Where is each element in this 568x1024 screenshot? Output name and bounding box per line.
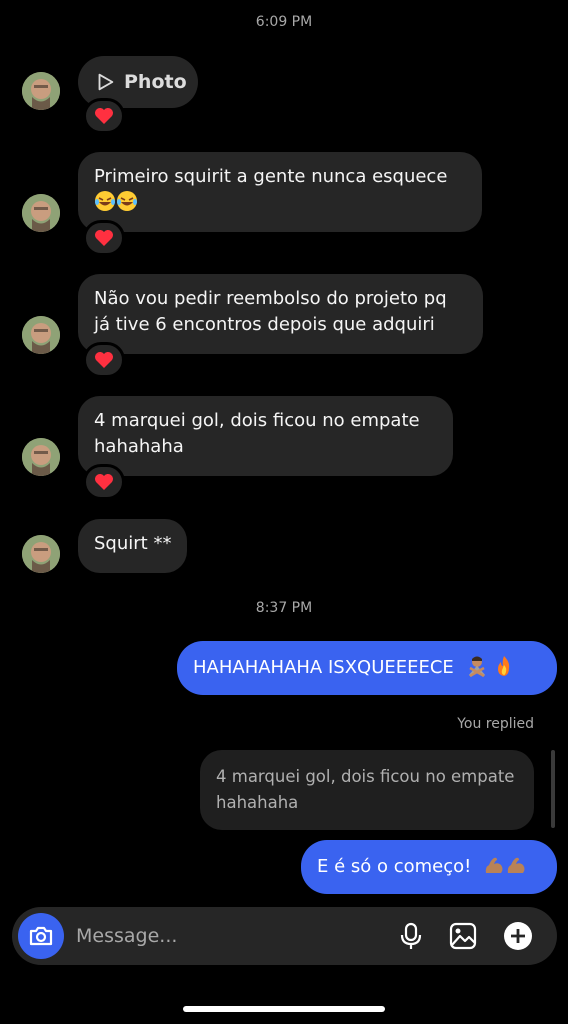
message-text: hahahaha	[94, 436, 184, 457]
person-gesturing-no-icon	[468, 656, 485, 677]
message-text: já tive 6 encontros depois que adquiri	[94, 314, 435, 335]
laughing-tears-icon	[95, 191, 115, 211]
camera-icon	[29, 926, 53, 946]
you-replied-label: You replied	[457, 716, 534, 732]
image-icon	[449, 922, 477, 950]
flexed-biceps-icon	[485, 857, 503, 873]
message-input[interactable]	[76, 921, 376, 951]
reply-indicator-bar	[551, 750, 555, 828]
emoji-row	[94, 190, 466, 216]
gallery-button[interactable]	[447, 920, 479, 952]
microphone-icon	[400, 922, 422, 949]
outgoing-message-bubble[interactable]: E é só o começo!	[301, 840, 557, 894]
timestamp: 8:37 PM	[255, 600, 313, 616]
reply-text: hahahaha	[216, 793, 299, 812]
message-text: E é só o começo!	[317, 856, 472, 877]
play-icon	[98, 73, 114, 91]
camera-button[interactable]	[18, 913, 64, 959]
message-bubble[interactable]: Não vou pedir reembolso do projeto pq já…	[78, 274, 483, 354]
heart-icon	[95, 230, 113, 246]
outgoing-message-bubble[interactable]: HAHAHAHAHA ISXQUEEEECE	[177, 641, 557, 695]
heart-icon	[95, 352, 113, 368]
heart-icon	[95, 474, 113, 490]
microphone-button[interactable]	[395, 920, 427, 952]
reaction-badge[interactable]	[83, 342, 125, 378]
avatar[interactable]	[22, 535, 60, 573]
message-bubble[interactable]: Primeiro squirit a gente nunca esquece	[78, 152, 482, 232]
message-text: HAHAHAHAHA ISXQUEEEECE	[193, 657, 454, 678]
reaction-badge[interactable]	[83, 98, 125, 134]
heart-icon	[95, 108, 113, 124]
timestamp: 6:09 PM	[255, 14, 313, 30]
message-text: 4 marquei gol, dois ficou no empate	[94, 410, 420, 431]
message-text: Não vou pedir reembolso do projeto pq	[94, 288, 447, 309]
message-text: Squirt **	[94, 533, 172, 554]
add-button[interactable]	[502, 920, 534, 952]
avatar[interactable]	[22, 194, 60, 232]
home-indicator	[183, 1006, 385, 1012]
plus-circle-icon	[504, 922, 532, 950]
message-text: Primeiro squirit a gente nunca esquece	[94, 166, 448, 187]
fire-icon	[498, 656, 510, 676]
replied-to-message[interactable]: 4 marquei gol, dois ficou no empate haha…	[200, 750, 534, 830]
flexed-biceps-icon	[507, 857, 525, 873]
message-bubble[interactable]: Squirt **	[78, 519, 188, 573]
reaction-badge[interactable]	[83, 464, 125, 500]
laughing-tears-icon	[117, 191, 137, 211]
avatar[interactable]	[22, 438, 60, 476]
reply-text: 4 marquei gol, dois ficou no empate	[216, 767, 515, 786]
photo-label: Photo	[124, 71, 187, 93]
message-composer	[12, 907, 557, 965]
reaction-badge[interactable]	[83, 220, 125, 256]
avatar[interactable]	[22, 316, 60, 354]
message-bubble[interactable]: 4 marquei gol, dois ficou no empate haha…	[78, 396, 453, 476]
avatar[interactable]	[22, 72, 60, 110]
